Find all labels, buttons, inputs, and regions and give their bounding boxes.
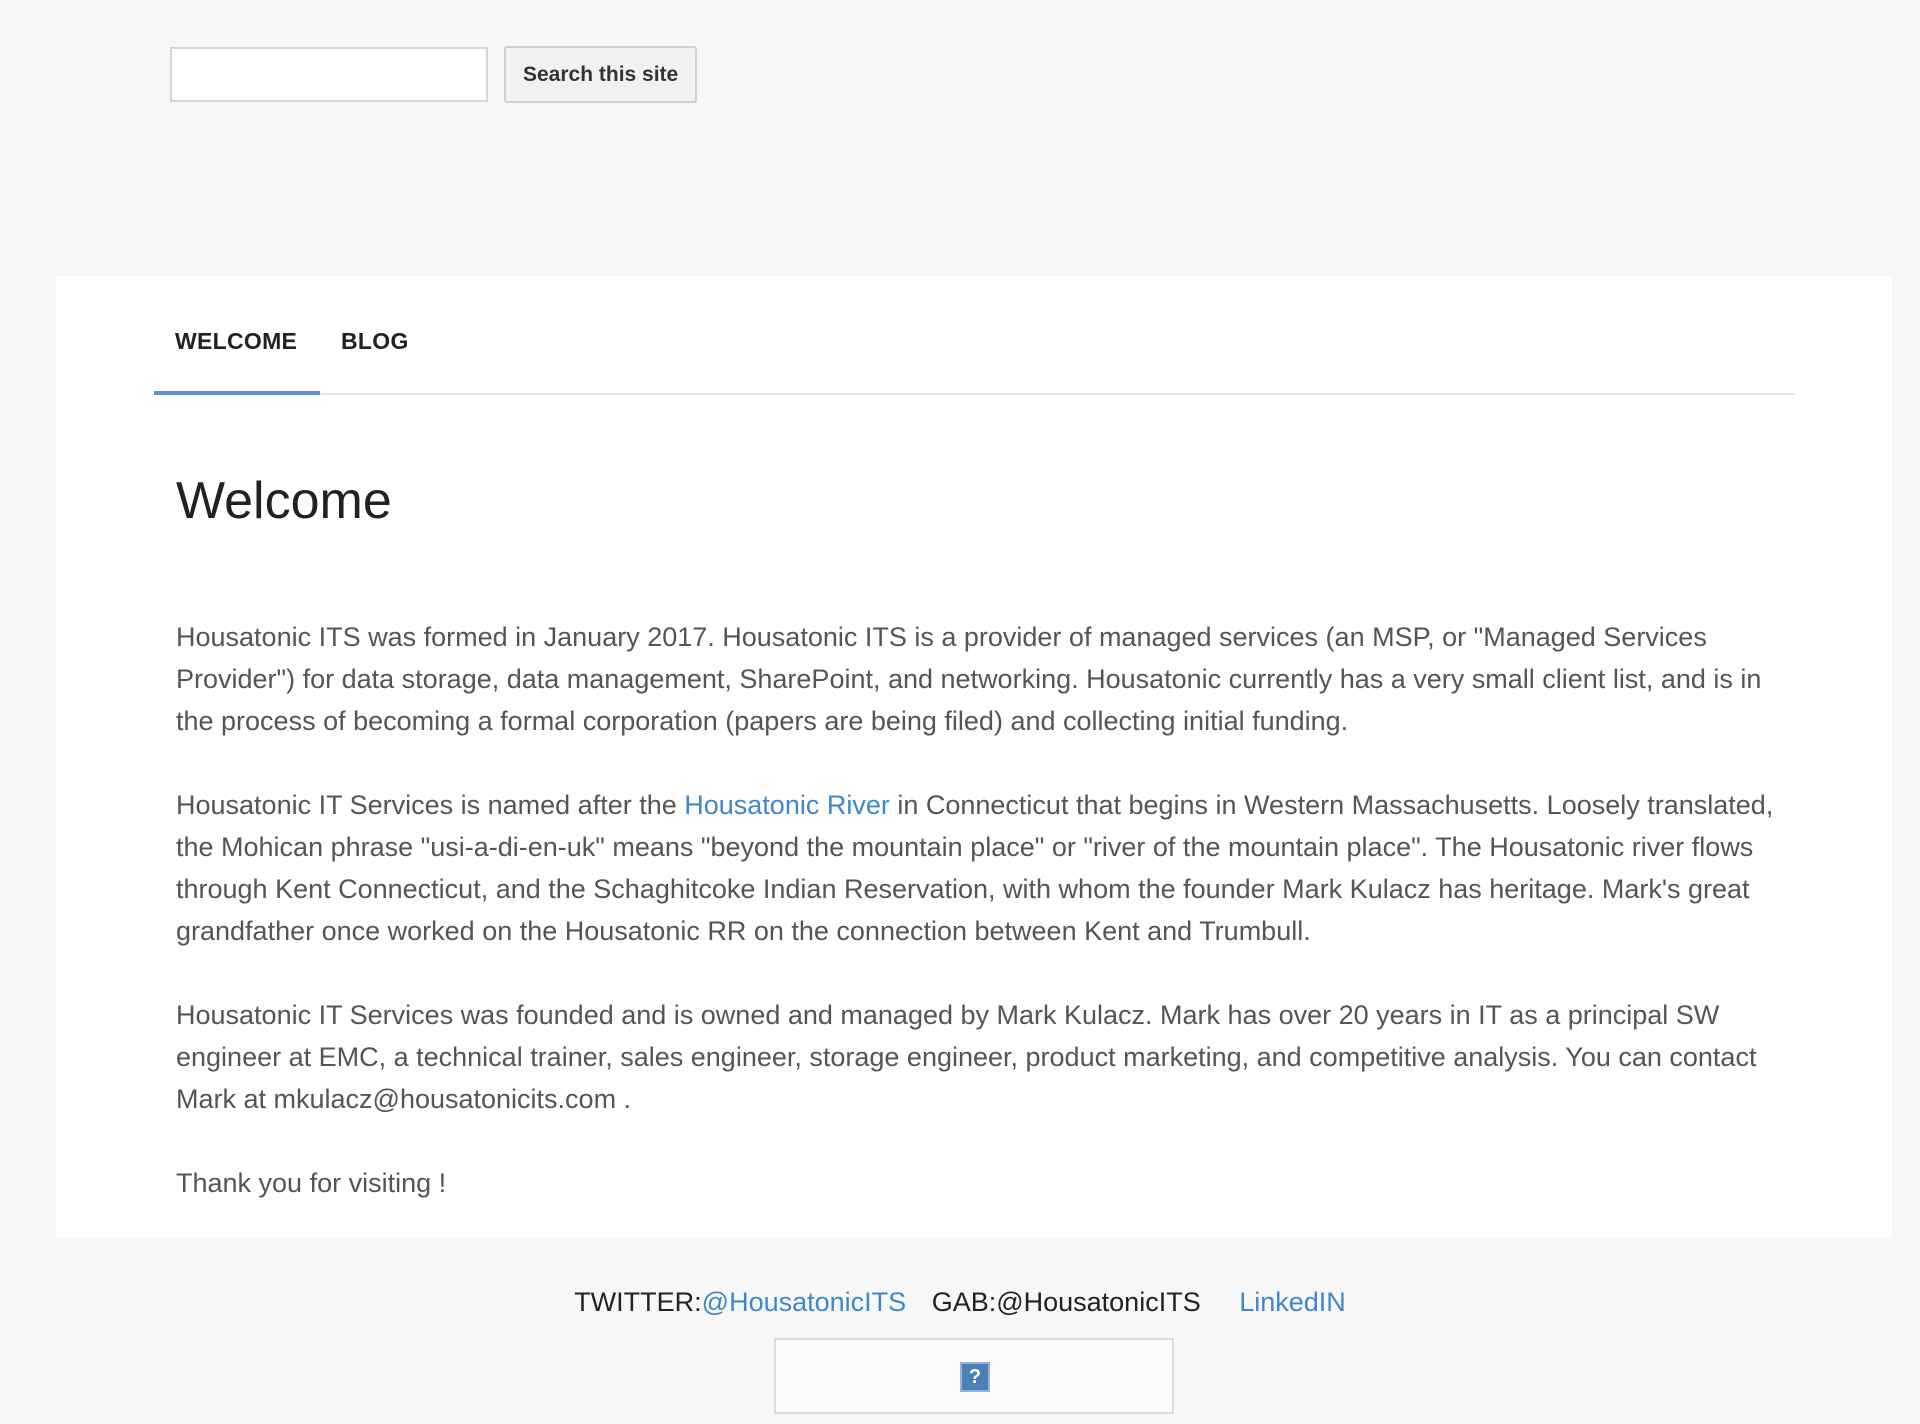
footer-social: TWITTER:@HousatonicITS GAB:@HousatonicIT… (0, 1287, 1920, 1318)
search-button[interactable]: Search this site (504, 46, 698, 103)
footer-badge-box: ? (774, 1338, 1174, 1414)
main-nav: WELCOME BLOG (154, 276, 1795, 395)
twitter-item: TWITTER:@HousatonicITS (574, 1287, 906, 1317)
gab-label: GAB:@HousatonicITS (931, 1287, 1201, 1317)
content-panel: WELCOME BLOG Welcome Housatonic ITS was … (56, 276, 1892, 1238)
twitter-label: TWITTER: (574, 1287, 702, 1317)
search-bar: Search this site (170, 46, 698, 103)
twitter-link[interactable]: @HousatonicITS (702, 1287, 907, 1317)
housatonic-river-link[interactable]: Housatonic River (684, 790, 890, 820)
paragraph-text: Housatonic IT Services is named after th… (176, 790, 685, 820)
tab-blog[interactable]: BLOG (320, 328, 430, 395)
founder-paragraph: Housatonic IT Services was founded and i… (176, 1000, 1757, 1114)
thanks-paragraph: Thank you for visiting ! (176, 1168, 447, 1198)
linkedin-link[interactable]: LinkedIN (1239, 1287, 1346, 1317)
page-body: Housatonic ITS was formed in January 201… (176, 616, 1776, 1246)
missing-image-icon[interactable]: ? (960, 1362, 990, 1392)
page-title: Welcome (176, 472, 392, 530)
name-origin-paragraph: Housatonic IT Services is named after th… (176, 784, 1776, 952)
search-input[interactable] (170, 47, 488, 102)
tab-welcome[interactable]: WELCOME (154, 328, 320, 395)
intro-paragraph: Housatonic ITS was formed in January 201… (176, 622, 1762, 736)
